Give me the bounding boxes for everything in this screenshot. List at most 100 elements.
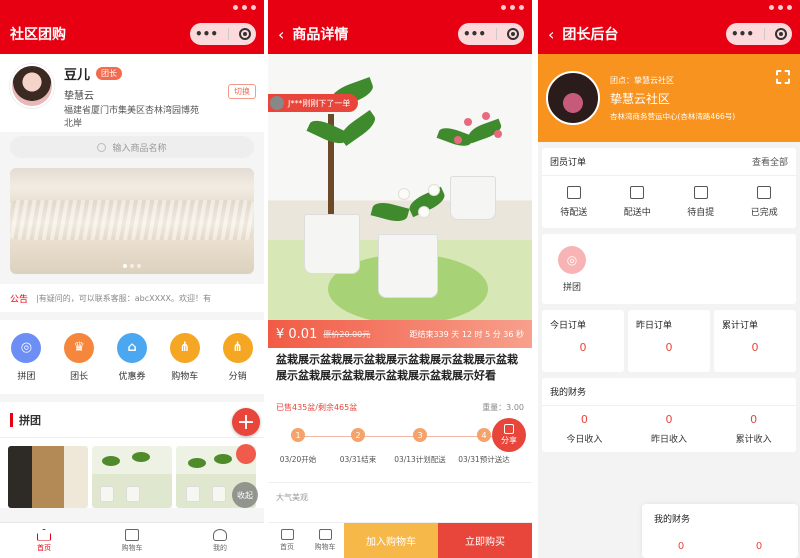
product-stats: 已售435盆/剩余465盆 重量：3.00 [276,402,524,413]
scan-icon[interactable] [776,70,790,84]
product-thumbs [0,438,264,508]
grid-item-cart[interactable]: ⋔ 购物车 [169,332,200,382]
buy-now-button[interactable]: 立即购买 [438,523,532,558]
close-icon[interactable] [506,28,519,40]
close-icon[interactable] [774,28,787,40]
tab-cart[interactable]: 购物车 [88,523,176,558]
product-thumb[interactable] [92,446,172,508]
avatar [10,64,54,108]
product-detail-screen: ‹ 商品详情 ••• J***刚刚下了一单 ¥ 0.01 原价20.00元 距结… [268,0,532,558]
truck-icon [630,186,645,199]
countdown: 距结束339 天 12 时 5 分 36 秒 [409,329,524,339]
nav-bar: ‹ 团长后台 ••• [538,14,800,54]
leader-badge: 团长 [96,67,123,80]
cart-icon [318,529,332,540]
tab-label: 我的 [213,543,227,552]
more-icon[interactable]: ••• [463,27,486,41]
avatar [546,71,600,125]
coupon-icon: ⌂ [116,332,147,363]
order-stats: 今日订单 0 昨日订单 0 累计订单 0 [542,310,796,372]
product-thumb[interactable] [8,446,88,508]
tab-bar: 首页 购物车 我的 [0,522,264,558]
share-icon [504,424,514,434]
section-title: 拼团 [19,413,41,427]
finance-card: 我的财务 0 今日收入 0 昨日收入 0 累计收入 [542,378,796,452]
cart-button[interactable]: 购物车 [306,523,344,558]
status-bar [268,0,532,14]
page-title: 社区团购 [10,27,66,43]
cart-icon [125,528,139,541]
community-address: 杏林湾商务营运中心(杏林湾路466号) [610,111,736,121]
grid-item-distribution[interactable]: ⋔ 分销 [222,332,253,382]
notice-text: |有疑问的，可以联系客服：abcXXXX。欢迎！有 [36,293,212,303]
user-icon[interactable] [236,444,256,464]
mini-program-capsule[interactable]: ••• [726,23,792,45]
leader-profile: 豆儿 团长 挚慧云 福建省厦门市集美区杏林湾园博苑北岸 切换 [0,54,264,132]
add-button[interactable]: + [232,408,260,436]
back-icon[interactable]: ‹ [278,25,284,44]
finance-overlay-card: 我的财务 0 0 [642,504,798,558]
close-icon[interactable] [238,28,251,40]
tab-label: 首页 [37,543,51,552]
grid-label: 团长 [70,371,89,382]
community-address: 福建省厦门市集美区杏林湾园博苑北岸 [64,106,200,129]
avatar [270,96,284,110]
box-icon [566,186,581,199]
order-pending-pickup[interactable]: 待自提 [687,186,714,218]
banner-carousel[interactable] [10,168,254,274]
add-to-cart-button[interactable]: 加入购物车 [344,523,438,558]
view-all-link[interactable]: 查看全部 [752,155,788,168]
more-icon[interactable]: ••• [195,27,218,41]
collapse-button[interactable]: 收起 [232,482,258,508]
order-delivering[interactable]: 配送中 [624,186,651,218]
nav-bar: ‹ 商品详情 ••• [268,14,532,54]
product-title: 盆栽展示盆栽展示盆栽展示盆栽展示盆栽展示盆栽展示盆栽展示盆栽展示盆栽展示盆栽展示… [276,353,518,382]
price-bar: ¥ 0.01 原价20.00元 距结束339 天 12 时 5 分 36 秒 [268,320,532,348]
recent-buyer-tip: J***刚刚下了一单 [268,94,359,112]
order-completed[interactable]: 已完成 [751,186,778,218]
overlay-title: 我的财务 [654,515,691,525]
overlay-value: 0 [677,541,685,552]
more-icon[interactable]: ••• [731,27,754,41]
notice-bar[interactable]: 公告 |有疑问的，可以联系客服：abcXXXX。欢迎！有 [0,284,264,312]
switch-button[interactable]: 切换 [228,84,256,99]
tab-label: 购物车 [121,543,143,552]
community-label: 团点：挚慧云社区 [610,75,674,85]
finance-today: 0 今日收入 [566,413,603,445]
status-bar [538,0,800,14]
tab-mine[interactable]: 我的 [176,523,264,558]
search-input[interactable]: 输入商品名称 [10,136,254,158]
tab-home[interactable]: 首页 [0,523,88,558]
back-icon[interactable]: ‹ [548,25,554,44]
pintuan-card[interactable]: ◎ 拼团 [542,234,796,304]
home-button[interactable]: 首页 [268,523,306,558]
order-pending-delivery[interactable]: 待配送 [560,186,587,218]
mini-program-capsule[interactable]: ••• [190,23,256,45]
cart-icon: ⋔ [169,332,200,363]
leader-dashboard-screen: ‹ 团长后台 ••• 团点：挚慧云社区 挚慧云社区 杏林湾商务营运中心(杏林湾路… [538,0,800,558]
search-icon [97,142,107,152]
timeline-step: 3 03/13计划配送 [392,428,448,465]
price: ¥ 0.01 [276,326,318,342]
stat-yesterday-orders: 昨日订单 0 [628,310,710,372]
nav-bar: 社区团购 ••• [0,14,264,54]
carousel-dots [123,264,141,268]
section-header: 拼团 [0,402,264,438]
delivery-timeline: 1 03/20开始 2 03/31结束 3 03/13计划配送 4 03/31预计送达 [278,428,522,468]
share-button[interactable]: 分享 [492,418,526,452]
group-buy-icon: ◎ [11,332,42,363]
stat-today-orders: 今日订单 0 [542,310,624,372]
action-bar: 首页 购物车 加入购物车 立即购买 [268,522,532,558]
community-name: 挚慧云 [64,91,94,102]
grid-label: 优惠券 [118,371,146,382]
finance-total: 0 累计收入 [735,413,772,445]
grid-item-leader[interactable]: ♛ 团长 [64,332,95,382]
grid-label: 分销 [228,371,247,382]
mini-program-capsule[interactable]: ••• [458,23,524,45]
search-placeholder: 输入商品名称 [112,143,167,154]
home-icon [37,528,51,541]
group-buy-icon: ◎ [558,245,586,274]
grid-item-coupon[interactable]: ⌂ 优惠券 [116,332,147,382]
grid-item-pintuan[interactable]: ◎ 拼团 [11,332,42,382]
user-icon [213,528,227,541]
